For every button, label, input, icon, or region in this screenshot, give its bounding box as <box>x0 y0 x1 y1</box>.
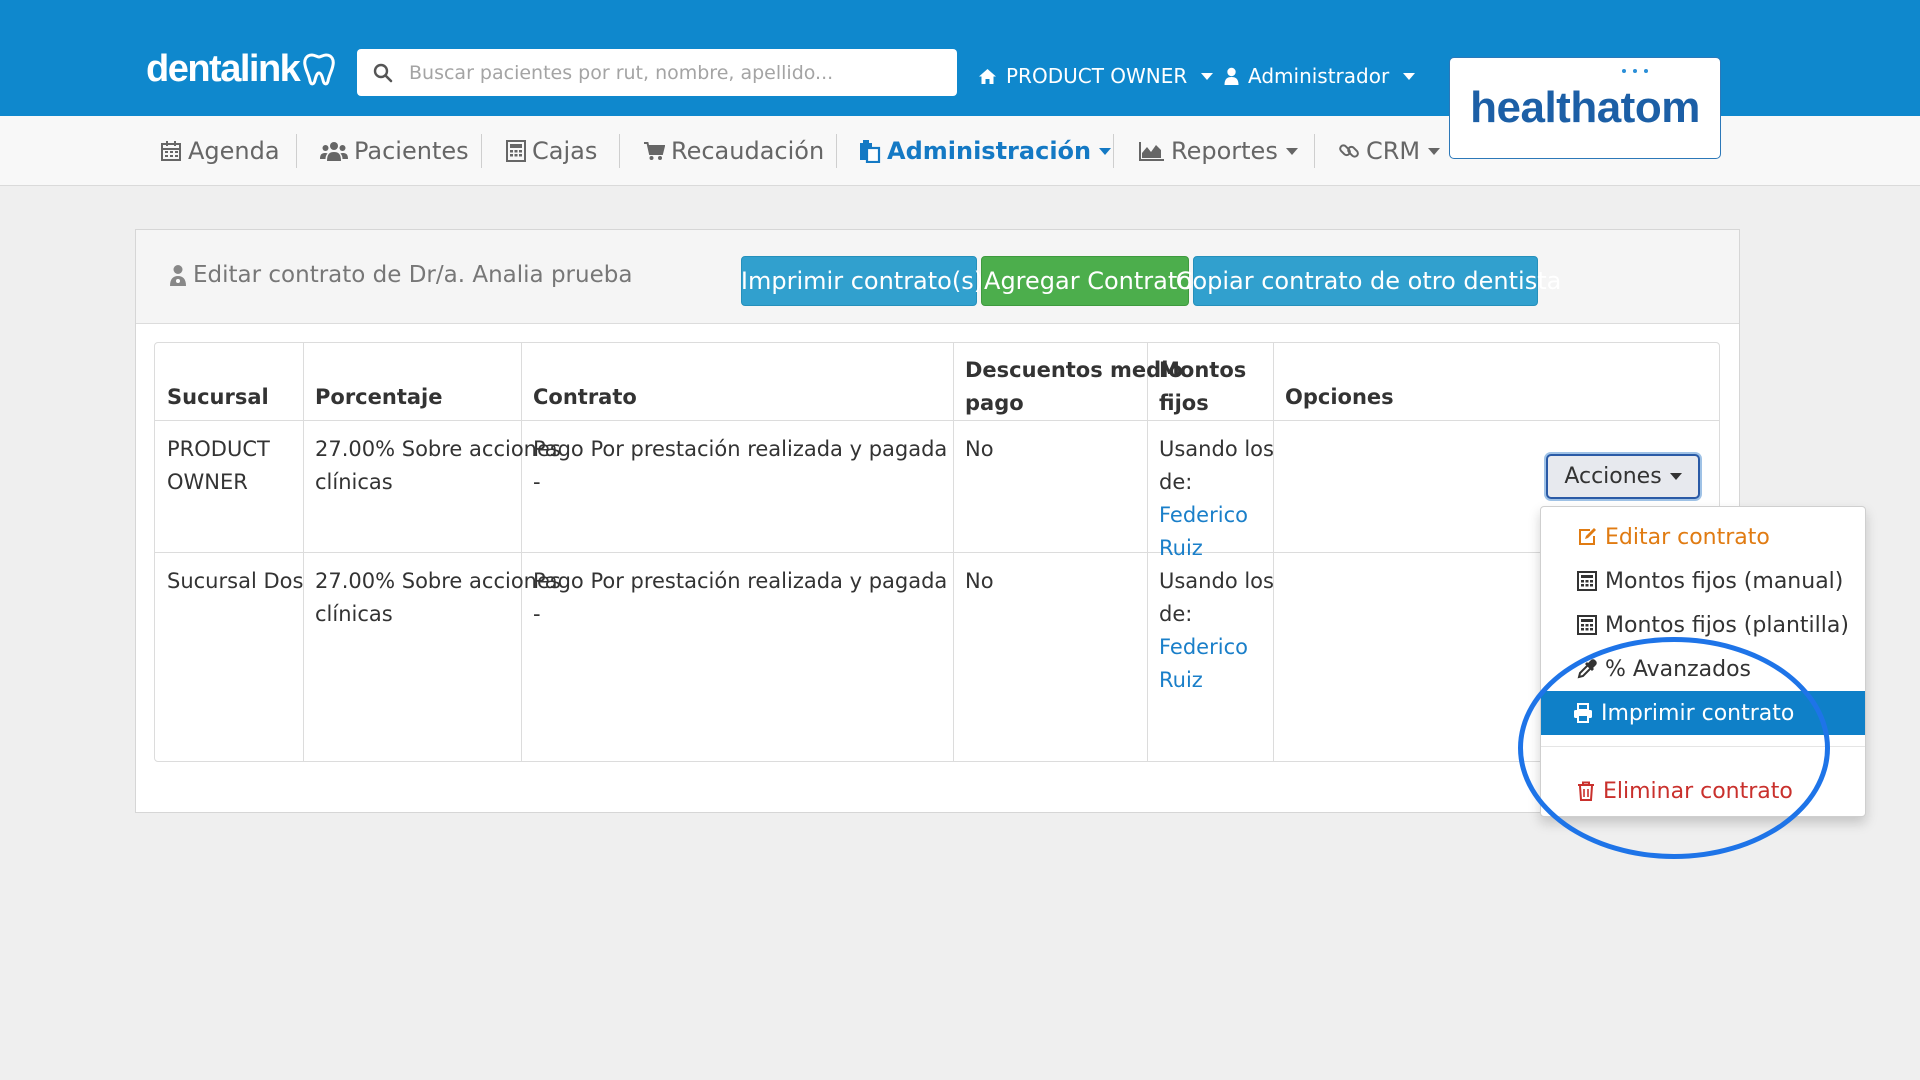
cell-descuentos: No <box>965 437 994 461</box>
nav-divider <box>836 134 837 168</box>
menu-item-edit-contract[interactable]: Editar contrato <box>1541 515 1865 559</box>
nav-item-crm[interactable]: CRM <box>1338 132 1441 170</box>
menu-item-advanced-percent[interactable]: % Avanzados <box>1541 647 1865 691</box>
user-label: Administrador <box>1248 64 1390 88</box>
cell-porcentaje: 27.00% Sobre acciones clínicas <box>315 437 561 494</box>
panel-title: Editar contrato de Dr/a. Analia prueba <box>169 262 632 288</box>
calculator-icon <box>1577 571 1597 591</box>
cell-descuentos: No <box>965 569 994 593</box>
patient-search[interactable] <box>357 49 957 96</box>
dentist-link[interactable]: Federico Ruiz <box>1159 499 1274 565</box>
menu-item-fixed-amounts-template[interactable]: Montos fijos (plantilla) <box>1541 603 1865 647</box>
nav-item-recaudacion[interactable]: Recaudación <box>643 132 824 170</box>
calculator-icon <box>1577 615 1597 635</box>
cell-contrato: Pago Por prestación realizada y pagada - <box>533 437 948 494</box>
header-sucursal: Sucursal <box>167 385 269 409</box>
header-contrato: Contrato <box>533 385 637 409</box>
header-montos: Montos fijos <box>1159 358 1247 415</box>
chevron-down-icon <box>1403 72 1416 80</box>
cell-montos: Usando los de: Federico Ruiz <box>1159 433 1274 565</box>
users-icon <box>320 142 348 161</box>
nav-item-cajas[interactable]: Cajas <box>506 132 597 170</box>
header-descuentos: Descuentos medio pago <box>965 358 1183 415</box>
print-icon <box>1574 703 1592 723</box>
nav-item-administracion[interactable]: Administración <box>859 132 1112 170</box>
contract-panel: Editar contrato de Dr/a. Analia prueba I… <box>135 229 1740 813</box>
search-input[interactable] <box>409 61 929 84</box>
actions-menu: Editar contrato Montos fijos (manual) Mo… <box>1540 506 1866 817</box>
add-contract-button[interactable]: Agregar Contrato <box>981 256 1192 306</box>
chevron-down-icon <box>1099 147 1112 155</box>
nav-item-pacientes[interactable]: Pacientes <box>320 132 469 170</box>
header-opciones: Opciones <box>1285 385 1394 409</box>
healthatom-logo: healthatom <box>1449 57 1721 159</box>
chevron-down-icon <box>1201 72 1214 80</box>
clipboard-icon <box>860 140 881 163</box>
cell-sucursal: Sucursal Dos <box>167 569 304 593</box>
cell-sucursal: PRODUCT OWNER <box>167 437 270 494</box>
chart-icon <box>1139 142 1164 161</box>
nav-divider <box>481 134 482 168</box>
branch-label: PRODUCT OWNER <box>1006 64 1188 88</box>
cell-porcentaje: 27.00% Sobre acciones clínicas <box>315 569 561 626</box>
logo-dots <box>1622 69 1649 73</box>
menu-item-print-contract[interactable]: Imprimir contrato <box>1541 691 1865 735</box>
menu-divider <box>1541 746 1865 747</box>
copy-contract-button[interactable]: Copiar contrato de otro dentista <box>1176 256 1561 306</box>
search-icon <box>357 49 409 96</box>
contracts-table: Sucursal Porcentaje Contrato Descuentos … <box>154 342 1720 762</box>
doctor-icon <box>170 265 186 286</box>
menu-item-delete-contract[interactable]: Eliminar contrato <box>1541 769 1865 813</box>
link-icon <box>1339 144 1359 158</box>
panel-heading: Editar contrato de Dr/a. Analia prueba I… <box>136 230 1739 324</box>
eyedropper-icon <box>1577 659 1597 679</box>
branch-menu[interactable]: PRODUCT OWNER <box>978 60 1214 92</box>
tooth-icon <box>303 53 336 86</box>
nav-divider <box>1314 134 1315 168</box>
cell-contrato: Pago Por prestación realizada y pagada - <box>533 569 948 626</box>
calculator-icon <box>506 140 526 162</box>
cart-icon <box>644 142 665 160</box>
trash-icon <box>1578 781 1594 801</box>
actions-dropdown-button[interactable]: Acciones <box>1546 454 1700 499</box>
home-icon <box>979 68 996 84</box>
calendar-icon <box>161 141 181 161</box>
chevron-down-icon <box>1669 473 1682 480</box>
header-porcentaje: Porcentaje <box>315 385 443 409</box>
chevron-down-icon <box>1428 147 1441 155</box>
dentalink-logo[interactable]: dentalink <box>146 46 336 92</box>
nav-item-agenda[interactable]: Agenda <box>160 132 280 170</box>
healthatom-logo-text: healthatom <box>1470 69 1700 133</box>
chevron-down-icon <box>1285 147 1298 155</box>
menu-item-fixed-amounts-manual[interactable]: Montos fijos (manual) <box>1541 559 1865 603</box>
nav-divider <box>619 134 620 168</box>
nav-item-reportes[interactable]: Reportes <box>1139 132 1298 170</box>
logo-text: dentalink <box>146 47 301 90</box>
nav-divider <box>296 134 297 168</box>
nav-divider <box>1113 134 1114 168</box>
user-menu[interactable]: Administrador <box>1224 60 1416 92</box>
edit-icon <box>1579 528 1596 545</box>
dentist-link[interactable]: Federico Ruiz <box>1159 631 1274 697</box>
cell-montos: Usando los de: Federico Ruiz <box>1159 565 1274 697</box>
user-icon <box>1224 67 1239 85</box>
row-divider <box>155 552 1719 553</box>
header-divider <box>155 420 1719 421</box>
print-contracts-button[interactable]: Imprimir contrato(s) <box>741 256 983 306</box>
